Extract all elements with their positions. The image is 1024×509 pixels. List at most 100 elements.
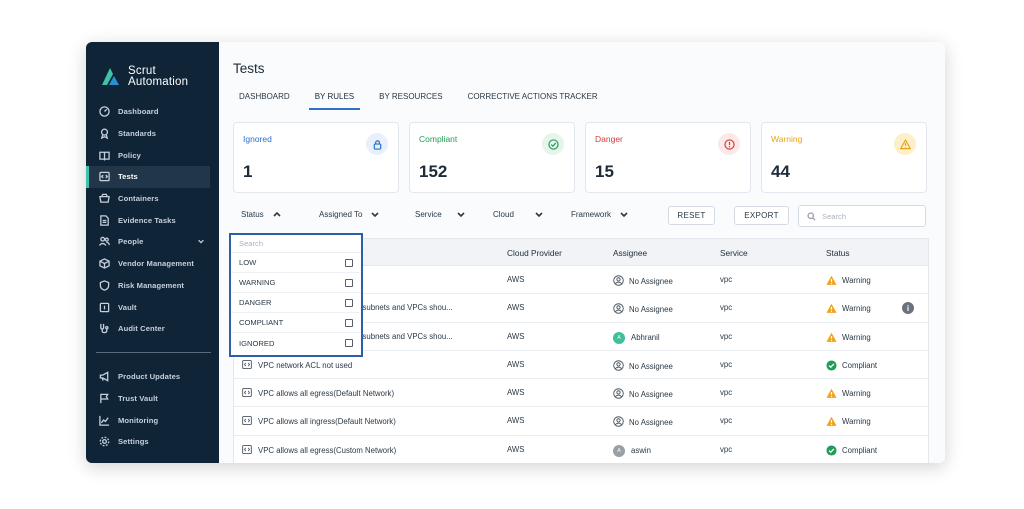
dropdown-search[interactable] [231,235,361,253]
sidebar-item-settings[interactable]: Settings [86,431,219,453]
option-label: WARNING [239,278,276,287]
sidebar-item-people[interactable]: People [86,231,219,253]
filter-assigned-to[interactable]: Assigned To [319,209,380,219]
cloud-cell: AWS [507,416,525,426]
table-row[interactable]: VPC allows all ingress(Default Network) A… [234,407,928,436]
checkbox[interactable] [345,339,353,347]
tab-dashboard[interactable]: DASHBOARD [233,90,296,110]
sidebar-item-evidence-tasks[interactable]: Evidence Tasks [86,209,219,231]
dropdown-option-compliant[interactable]: COMPLIANT [231,313,361,333]
search-input[interactable] [822,211,922,221]
brand-logo[interactable]: Scrut Automation [98,64,188,90]
rule-cell[interactable]: h subnets and VPCs shou... [356,332,453,341]
table-row[interactable]: VPC allows all egress(Custom Network) AWS… [234,436,928,463]
sidebar-item-containers[interactable]: Containers [86,188,219,210]
header-assignee[interactable]: Assignee [613,248,647,258]
tab-corrective-actions-tracker[interactable]: CORRECTIVE ACTIONS TRACKER [462,90,604,110]
sidebar-nav: Dashboard Standards Policy Tests Containers E… [86,101,219,340]
lock-icon [366,133,388,155]
sidebar-divider [96,352,211,353]
service-cell: vpc [720,444,733,454]
sidebar-item-risk-management[interactable]: Risk Management [86,275,219,297]
sidebar-item-vault[interactable]: Vault [86,296,219,318]
rule-cell[interactable]: VPC allows all egress(Custom Network) [242,444,396,456]
checkbox[interactable] [345,258,353,267]
assignee-cell[interactable]: No Assignee [613,275,673,288]
sidebar-item-standards[interactable]: Standards [86,123,219,145]
sidebar-item-tests[interactable]: Tests [86,166,210,188]
dropdown-search-input[interactable] [239,239,349,248]
summary-card-ignored[interactable]: Ignored 1 [233,122,399,193]
sidebar-item-audit-center[interactable]: Audit Center [86,318,219,340]
card-label: Warning [771,134,803,144]
user-icon [613,303,629,316]
header-cloud-provider[interactable]: Cloud Provider [507,248,562,258]
assignee-name: Abhranil [631,333,660,343]
sidebar-item-trust-vault[interactable]: Trust Vault [86,388,219,410]
sidebar-item-dashboard[interactable]: Dashboard [86,101,219,123]
sidebar: Scrut Automation Dashboard Standards Polic… [86,42,219,463]
table-row[interactable]: VPC allows all egress(Default Network) AW… [234,379,928,408]
filter-service[interactable]: Service [415,209,466,219]
header-service[interactable]: Service [720,248,748,258]
dropdown-option-low[interactable]: LOW [231,253,361,273]
checkbox[interactable] [345,298,353,307]
sidebar-item-label: Vault [118,302,137,312]
assignee-cell[interactable]: A Abhranil [613,331,660,344]
dropdown-option-danger[interactable]: DANGER [231,293,361,313]
sidebar-item-policy[interactable]: Policy [86,144,219,166]
assignee-cell[interactable]: No Assignee [613,388,673,401]
card-value: 15 [595,162,614,181]
assignee-name: aswin [631,446,651,456]
assignee-cell[interactable]: No Assignee [613,303,673,316]
summary-card-compliant[interactable]: Compliant 152 [409,122,575,193]
rule-cell[interactable]: VPC allows all ingress(Default Network) [242,416,396,427]
checkbox[interactable] [345,278,353,287]
warning-icon [826,275,837,285]
sidebar-item-monitoring[interactable]: Monitoring [86,409,219,431]
export-button[interactable]: EXPORT [734,206,789,225]
filter-framework[interactable]: Framework [571,209,629,219]
cloud-cell: AWS [507,359,525,369]
status-cell: Compliant [826,445,877,456]
dropdown-option-ignored[interactable]: IGNORED [231,333,361,353]
cloud-cell: AWS [507,275,525,284]
summary-card-danger[interactable]: Danger 15 [585,122,751,193]
filter-status[interactable]: Status [241,209,282,219]
rule-cell[interactable]: VPC allows all egress(Default Network) [242,388,394,399]
card-label: Danger [595,134,623,144]
rule-cell[interactable]: VPC network ACL not used [242,360,352,371]
sidebar-item-label: Policy [118,150,141,160]
filter-cloud-label: Cloud [493,209,514,219]
search-field[interactable] [798,205,926,227]
check-circle-icon [826,360,837,371]
header-status[interactable]: Status [826,248,850,258]
filter-bar: Status Assigned To Service Cloud Framewo… [233,205,929,228]
sidebar-item-label: Product Updates [118,372,181,382]
summary-card-warning[interactable]: Warning 44 [761,122,927,193]
chevron-down-icon[interactable] [197,237,205,247]
code-icon [98,171,110,183]
tab-by-resources[interactable]: BY RESOURCES [373,90,448,110]
assignee-cell[interactable]: No Assignee [613,416,673,429]
assignee-cell[interactable]: Aaswin [613,444,651,457]
tab-bar: DASHBOARD BY RULES BY RESOURCES CORRECTIVE … [233,90,617,110]
tab-by-rules[interactable]: BY RULES [308,90,361,110]
stethoscope-icon [98,323,110,335]
checkbox[interactable] [345,318,353,327]
sidebar-item-vendor-management[interactable]: Vendor Management [86,253,219,275]
rule-cell[interactable]: h subnets and VPCs shou... [356,303,453,312]
assignee-cell[interactable]: No Assignee [613,360,673,373]
search-icon [807,211,816,221]
dropdown-option-warning[interactable]: WARNING [231,273,361,293]
sidebar-item-label: Audit Center [118,324,165,334]
filter-cloud[interactable]: Cloud [493,209,544,219]
sidebar-item-product-updates[interactable]: Product Updates [86,366,219,388]
info-icon[interactable]: i [902,302,914,315]
filter-status-label: Status [241,209,264,219]
reset-button[interactable]: RESET [668,206,715,225]
cloud-cell: AWS [507,303,525,313]
gear-icon [98,436,110,448]
assignee-name: No Assignee [629,390,673,400]
shield-icon [98,279,110,291]
